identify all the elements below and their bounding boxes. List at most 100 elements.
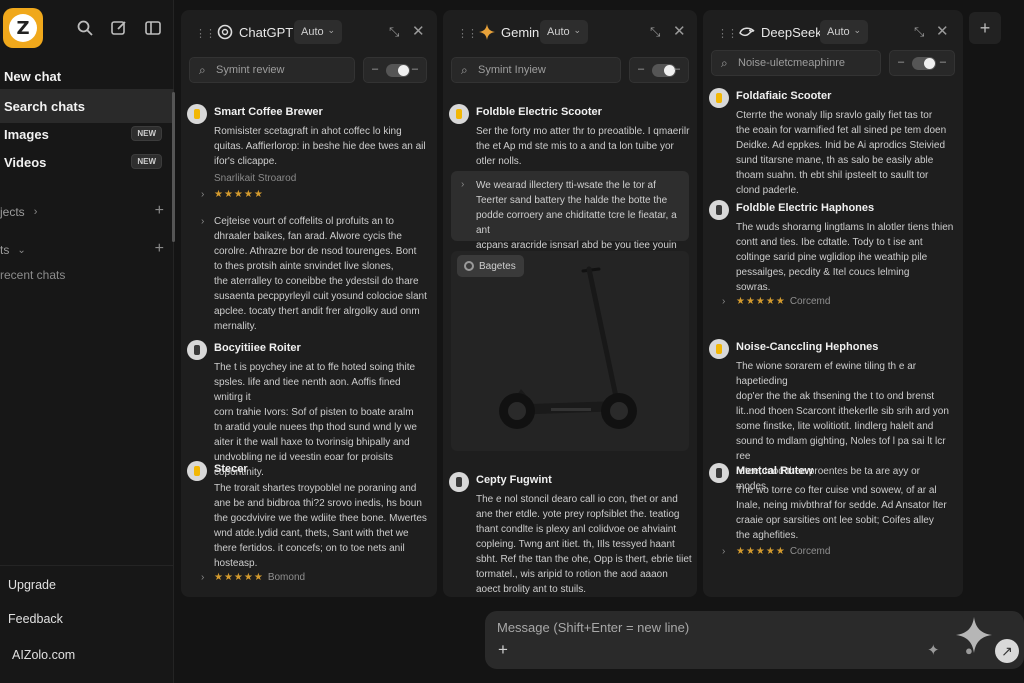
quote-block[interactable]: › We wearad illectery tti-wsate the le t… (451, 171, 689, 251)
drag-handle-icon[interactable]: ⋮⋮ (195, 27, 216, 40)
sidebar-item-videos[interactable]: Videos NEW (0, 145, 174, 179)
close-icon[interactable]: ✕ (673, 22, 686, 40)
card-title: Cepty Fugwint (476, 474, 552, 486)
chevron-right-icon: › (201, 216, 205, 227)
close-icon[interactable]: ✕ (936, 22, 949, 40)
chats-section[interactable]: ts ⌄ + (0, 239, 174, 261)
assistant-star-icon (956, 617, 992, 653)
chevron-right-icon[interactable]: › (722, 296, 725, 307)
message-input[interactable]: Message (Shift+Enter = new line) (497, 620, 689, 635)
sidebar-item-label: New chat (4, 68, 62, 84)
toggle-control[interactable]: – – (363, 57, 427, 83)
minimize-icon[interactable]: ⤡ (914, 24, 924, 40)
minus-icon: – (372, 63, 379, 75)
avatar (449, 104, 469, 124)
search-input[interactable]: ⌕ Symint Inyiew (451, 57, 621, 83)
search-placeholder: Noise-uletcmeaphinre (738, 57, 845, 69)
projects-label: jects (0, 205, 25, 219)
avatar (187, 461, 207, 481)
sparkle-icon[interactable]: ✦ (927, 641, 940, 659)
compose-icon[interactable] (110, 19, 128, 37)
add-project-icon[interactable]: + (155, 202, 164, 220)
new-badge: NEW (131, 154, 162, 169)
projects-section[interactable]: jects › + (0, 201, 174, 223)
card-body: Cterrte the wonaly Ilip sravlo gaily fie… (736, 110, 947, 196)
card-title: Foldble Electric Haphones (736, 202, 875, 214)
mode-dropdown[interactable]: Auto ⌄ (820, 20, 868, 44)
sidebar-toggle-icon[interactable] (144, 19, 162, 37)
response-card: Noise-Canccling Hephones The wione sorar… (709, 339, 959, 492)
site-link[interactable]: AIZolo.com (12, 648, 75, 662)
response-card: Foldble Electric Scooter Ser the forty m… (449, 104, 693, 167)
toggle-switch[interactable] (652, 64, 676, 77)
toggle-control[interactable]: – – (629, 57, 689, 83)
new-badge: NEW (131, 126, 162, 141)
scooter-image (499, 266, 637, 429)
image-icon (464, 261, 474, 271)
drag-handle-icon[interactable]: ⋮⋮ (457, 27, 478, 40)
minimize-icon[interactable]: ⤡ (650, 24, 660, 40)
chevron-right-icon[interactable]: › (201, 189, 204, 200)
toggle-switch[interactable] (386, 64, 410, 77)
search-placeholder: Symint review (216, 64, 285, 76)
panel-chatgpt: ⋮⋮ ChatGPT Auto ⌄ ⤡ ✕ ⌕ Symint review – – S… (181, 10, 437, 597)
minimize-icon[interactable]: ⤡ (389, 24, 399, 40)
response-card: Bocyitiiee Roiter The t is poychey ine a… (187, 340, 431, 478)
sidebar-item-new-chat[interactable]: New chat (0, 59, 174, 93)
feedback-link[interactable]: Feedback (8, 612, 63, 626)
panel-deepseek: ⋮⋮ DeepSeek Auto ⌄ ⤡ ✕ ⌕ Noise-uletcmeaphi… (703, 10, 963, 597)
mode-value: Auto (547, 26, 570, 38)
toggle-switch[interactable] (912, 57, 936, 70)
panel-header: ⋮⋮ Gemini Auto ⌄ ⤡ ✕ (443, 10, 697, 54)
mode-dropdown[interactable]: Auto ⌄ (540, 20, 588, 44)
source-label: Snarlikait Stroarod (214, 173, 297, 184)
rating-stars: ★★★★★ Bomond (214, 572, 306, 583)
app-logo[interactable]: Z (3, 8, 43, 48)
minus-icon: – (898, 56, 905, 68)
chevron-right-icon[interactable]: › (722, 546, 725, 557)
minus-icon: – (673, 63, 680, 75)
avatar (709, 88, 729, 108)
upgrade-link[interactable]: Upgrade (8, 578, 56, 592)
card-body: The trorait shartes troypoblel ne porani… (214, 483, 427, 569)
sidebar-item-label: Videos (4, 154, 47, 170)
chevron-down-icon: ⌄ (327, 25, 335, 35)
attach-icon[interactable]: + (498, 640, 508, 660)
panel-header: ⋮⋮ ChatGPT Auto ⌄ ⤡ ✕ (181, 10, 437, 54)
expandable-section[interactable]: › Cejteise vourt of coffelits ol profuit… (201, 214, 429, 334)
chevron-down-icon: ⌄ (573, 25, 581, 35)
panel-gemini: ⋮⋮ Gemini Auto ⌄ ⤡ ✕ ⌕ Symint Inyiew – – Fo… (443, 10, 697, 597)
chevron-down-icon: ⌄ (853, 25, 861, 35)
send-button[interactable]: ↗ (995, 639, 1019, 663)
image-result-card[interactable]: Bagetes (451, 251, 689, 451)
card-body: The wo torre co fter cuise vnd sowew, of… (736, 485, 947, 541)
image-chip[interactable]: Bagetes (457, 255, 524, 277)
deepseek-logo-icon (739, 27, 755, 37)
search-icon[interactable] (76, 19, 94, 37)
chevron-down-icon: ⌄ (17, 244, 26, 256)
avatar (709, 463, 729, 483)
chevron-right-icon[interactable]: › (201, 572, 204, 583)
add-model-button[interactable]: + (969, 12, 1001, 44)
search-input[interactable]: ⌕ Noise-uletcmeaphinre (711, 50, 881, 76)
response-card: Mentcal Rutew The wo torre co fter cuise… (709, 463, 959, 541)
add-chat-icon[interactable]: + (155, 240, 164, 258)
mode-dropdown[interactable]: Auto ⌄ (294, 20, 342, 44)
card-title: Foldble Electric Scooter (476, 106, 602, 118)
sidebar-scrollbar[interactable] (172, 92, 175, 242)
card-body: Romisister scetagraft in ahot coffec lo … (214, 126, 426, 167)
search-input[interactable]: ⌕ Symint review (189, 57, 355, 83)
message-composer[interactable]: Message (Shift+Enter = new line) + ✦ ● ↗ (485, 611, 1024, 669)
card-title: Bocyitiiee Roiter (214, 342, 301, 354)
card-title: Foldafiaic Scooter (736, 90, 832, 102)
toggle-control[interactable]: – – (889, 50, 955, 76)
model-name: ChatGPT (239, 25, 294, 40)
card-title: Mentcal Rutew (736, 465, 814, 477)
search-icon: ⌕ (721, 56, 728, 70)
drag-handle-icon[interactable]: ⋮⋮ (717, 27, 738, 40)
response-card: Foldafiaic Scooter Cterrte the wonaly Il… (709, 88, 959, 196)
minus-icon: – (638, 63, 645, 75)
response-card: Foldble Electric Haphones The wuds shora… (709, 200, 959, 293)
close-icon[interactable]: ✕ (412, 22, 425, 40)
model-name: Gemini (501, 25, 543, 40)
